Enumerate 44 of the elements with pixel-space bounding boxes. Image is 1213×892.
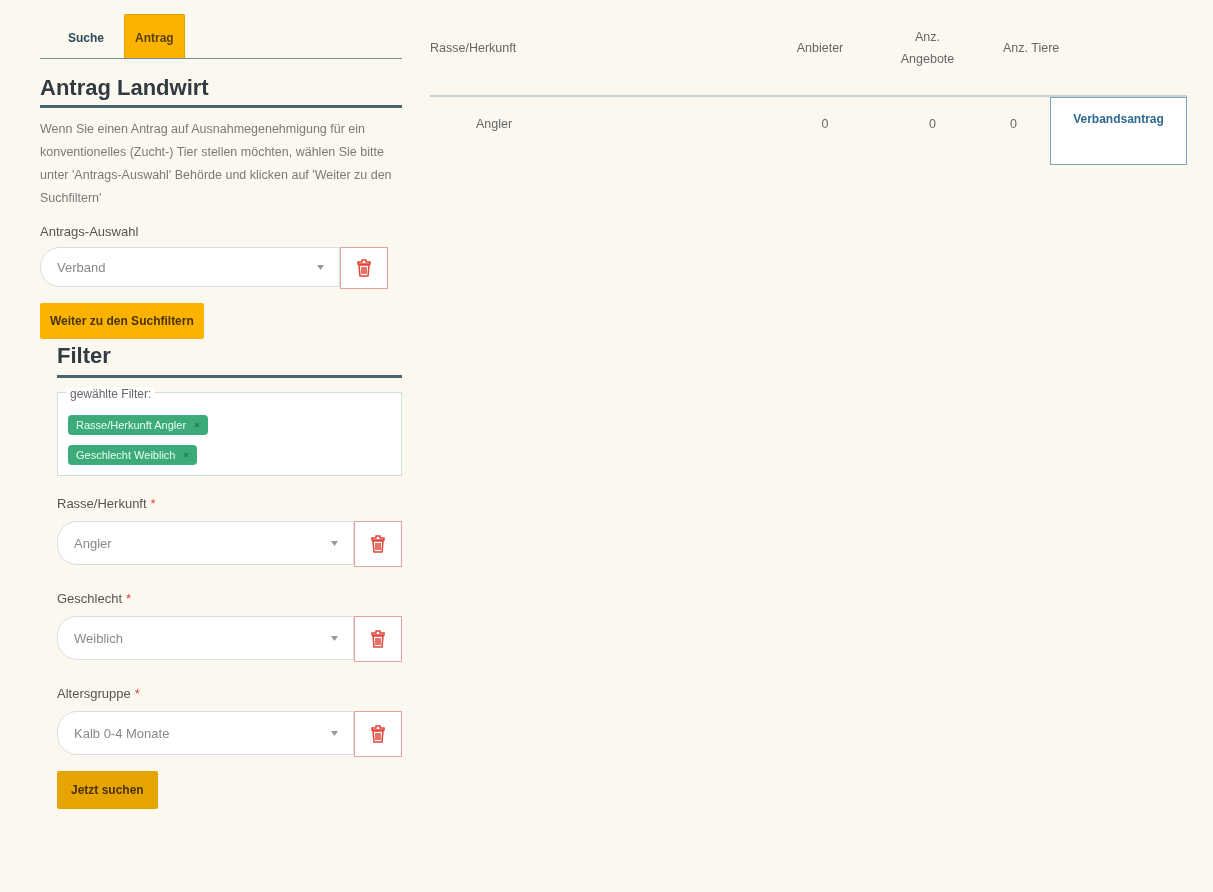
trash-icon [357,259,371,277]
tab[interactable]: Antrag [124,14,185,58]
trash-icon [371,535,386,553]
delete-button[interactable] [354,616,402,662]
table-cell: Angler [476,117,513,131]
close-icon [183,452,190,458]
field-label: Geschlecht [57,591,123,606]
caret-icon [331,540,339,546]
filter-heading: Filter [57,343,402,378]
caret-icon [317,264,324,270]
tab[interactable]: Suche [58,14,114,58]
select-field[interactable]: Angler [57,521,355,565]
column-header: Anz. Tiere [1003,40,1060,55]
delete-button[interactable] [340,247,388,289]
table-cell: 0 [821,117,829,131]
select-field[interactable]: Verband [40,247,340,287]
column-header: Anbieter [796,40,844,55]
close-icon [194,422,201,428]
trash-icon [371,725,386,743]
caret-icon [331,730,339,736]
filter-chip[interactable]: Rasse/Herkunft Angler [68,415,209,435]
field-label: Rasse/Herkunft [57,496,147,511]
field-label: Antrags-Auswahl [40,224,140,239]
select-field[interactable]: Weiblich [57,616,355,660]
select-field[interactable]: Kalb 0-4 Monate [57,711,355,755]
delete-button[interactable] [354,521,402,567]
caret-icon [331,635,339,641]
trash-icon [371,630,386,648]
required-mark: * [126,591,132,606]
search-button[interactable]: Jetzt suchen [57,771,158,809]
table-cell: 0 [1010,117,1017,131]
field-label: Altersgruppe [57,686,131,701]
column-header: Rasse/Herkunft [430,40,517,55]
delete-button[interactable] [354,711,402,757]
continue-button[interactable]: Weiter zu den Suchfiltern [40,303,204,339]
intro-text: Wenn Sie einen Antrag auf Ausnahmegenehmigung für ein konventionelles (Zucht-) Tier stellen möchten, wählen Sie bitte unter 'Antrags-Auswahl' Behörde und klicken auf 'Weiter zu den Suchfiltern' [40,121,393,207]
column-header: Anz. Angebote [899,28,956,68]
application-button[interactable]: Verbandsantrag [1050,97,1187,165]
required-mark: * [150,496,156,511]
required-mark: * [134,686,140,701]
filter-chip[interactable]: Geschlecht Weiblich [68,445,198,465]
section-heading: Antrag Landwirt [40,75,402,108]
panel-legend: gewählte Filter: [66,387,156,401]
table-cell: 0 [929,117,936,131]
